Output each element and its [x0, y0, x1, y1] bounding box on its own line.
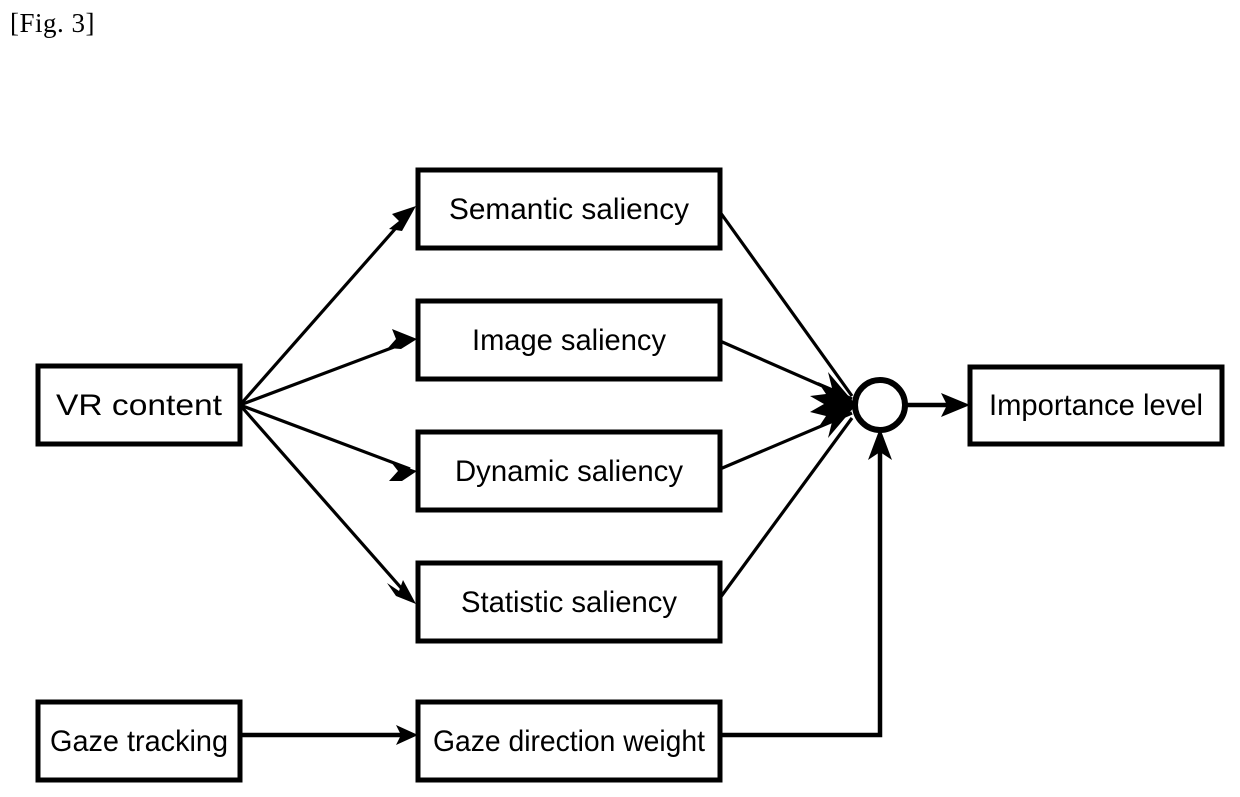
edge-group-vr-fanout [238, 206, 417, 604]
edge-vr-to-semantic [238, 206, 416, 407]
image-saliency-label: Image saliency [472, 324, 666, 357]
edge-gaze-tracking-to-weight [240, 725, 418, 745]
statistic-saliency-label: Statistic saliency [461, 586, 677, 619]
vr-content-label: VR content [56, 389, 223, 422]
diagram-canvas: VR content Semantic saliency Image salie… [35, 167, 1225, 783]
node-gaze-direction-weight[interactable]: Gaze direction weight [415, 699, 723, 783]
edge-vr-to-statistic [238, 403, 416, 604]
edge-statistic-to-sum [718, 417, 854, 599]
edge-weight-to-sum [720, 428, 892, 738]
node-semantic-saliency[interactable]: Semantic saliency [415, 167, 723, 251]
semantic-saliency-label: Semantic saliency [449, 193, 689, 226]
edge-group-saliency-to-sum [718, 211, 856, 599]
gaze-tracking-label: Gaze tracking [50, 725, 228, 758]
node-dynamic-saliency[interactable]: Dynamic saliency [415, 429, 723, 513]
node-gaze-tracking[interactable]: Gaze tracking [35, 699, 243, 783]
edge-sum-to-importance [905, 393, 970, 417]
importance-level-label: Importance level [989, 389, 1203, 422]
node-summation[interactable] [852, 377, 908, 433]
node-image-saliency[interactable]: Image saliency [415, 298, 723, 382]
edge-vr-to-dynamic [239, 403, 417, 481]
dynamic-saliency-label: Dynamic saliency [455, 455, 683, 488]
gaze-direction-weight-label: Gaze direction weight [433, 725, 706, 758]
node-importance-level[interactable]: Importance level [967, 364, 1225, 447]
node-vr-content[interactable]: VR content [35, 363, 243, 447]
figure-root: [Fig. 3] VR content Semantic saliency Im… [0, 0, 1240, 797]
edge-vr-to-image [239, 329, 417, 407]
summation-circle-icon[interactable] [852, 377, 908, 433]
node-statistic-saliency[interactable]: Statistic saliency [415, 560, 723, 644]
